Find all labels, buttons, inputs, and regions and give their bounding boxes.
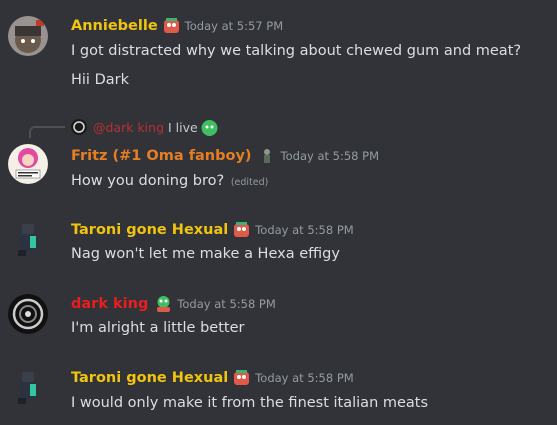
role-badge-icon[interactable] — [154, 295, 173, 313]
username[interactable]: dark king — [71, 296, 148, 312]
timestamp: Today at 5:58 PM — [280, 149, 380, 163]
message-text: How you doning bro? (edited) — [71, 173, 268, 189]
avatar-taroni[interactable] — [8, 368, 48, 408]
avatar-anniebelle[interactable] — [8, 16, 48, 56]
timestamp: Today at 5:57 PM — [184, 19, 284, 33]
username[interactable]: Fritz (#1 Oma fanboy) — [71, 148, 252, 164]
message-text: Hii Dark — [71, 72, 129, 88]
timestamp: Today at 5:58 PM — [255, 223, 354, 237]
reply-connector — [29, 126, 65, 138]
avatar-dark-king[interactable] — [8, 294, 48, 334]
reply-avatar — [71, 119, 87, 135]
emoji-icon — [200, 119, 218, 136]
reply-mention[interactable]: @dark king — [93, 120, 164, 135]
role-badge-icon[interactable] — [258, 147, 277, 165]
role-badge-icon[interactable] — [232, 221, 251, 239]
message-text: I'm alright a little better — [71, 320, 245, 336]
reply-preview[interactable]: @dark king I live — [71, 118, 218, 136]
avatar-fritz[interactable] — [8, 144, 48, 184]
reply-text: I live — [168, 119, 198, 135]
message-text: Nag won't let me make a Hexa effigy — [71, 246, 340, 262]
message-text: I got distracted why we talking about ch… — [71, 43, 522, 59]
username[interactable]: Anniebelle — [71, 18, 158, 34]
timestamp: Today at 5:58 PM — [177, 297, 276, 311]
username[interactable]: Taroni gone Hexual — [71, 370, 228, 386]
username[interactable]: Taroni gone Hexual — [71, 222, 228, 238]
role-badge-icon[interactable] — [232, 369, 251, 387]
edited-tag: (edited) — [230, 177, 269, 188]
message-text: I would only make it from the finest ita… — [71, 395, 429, 411]
timestamp: Today at 5:58 PM — [255, 371, 354, 385]
message-text-content: How you doning bro? — [71, 173, 225, 189]
role-badge-icon[interactable] — [162, 17, 181, 35]
avatar-taroni[interactable] — [8, 220, 48, 260]
